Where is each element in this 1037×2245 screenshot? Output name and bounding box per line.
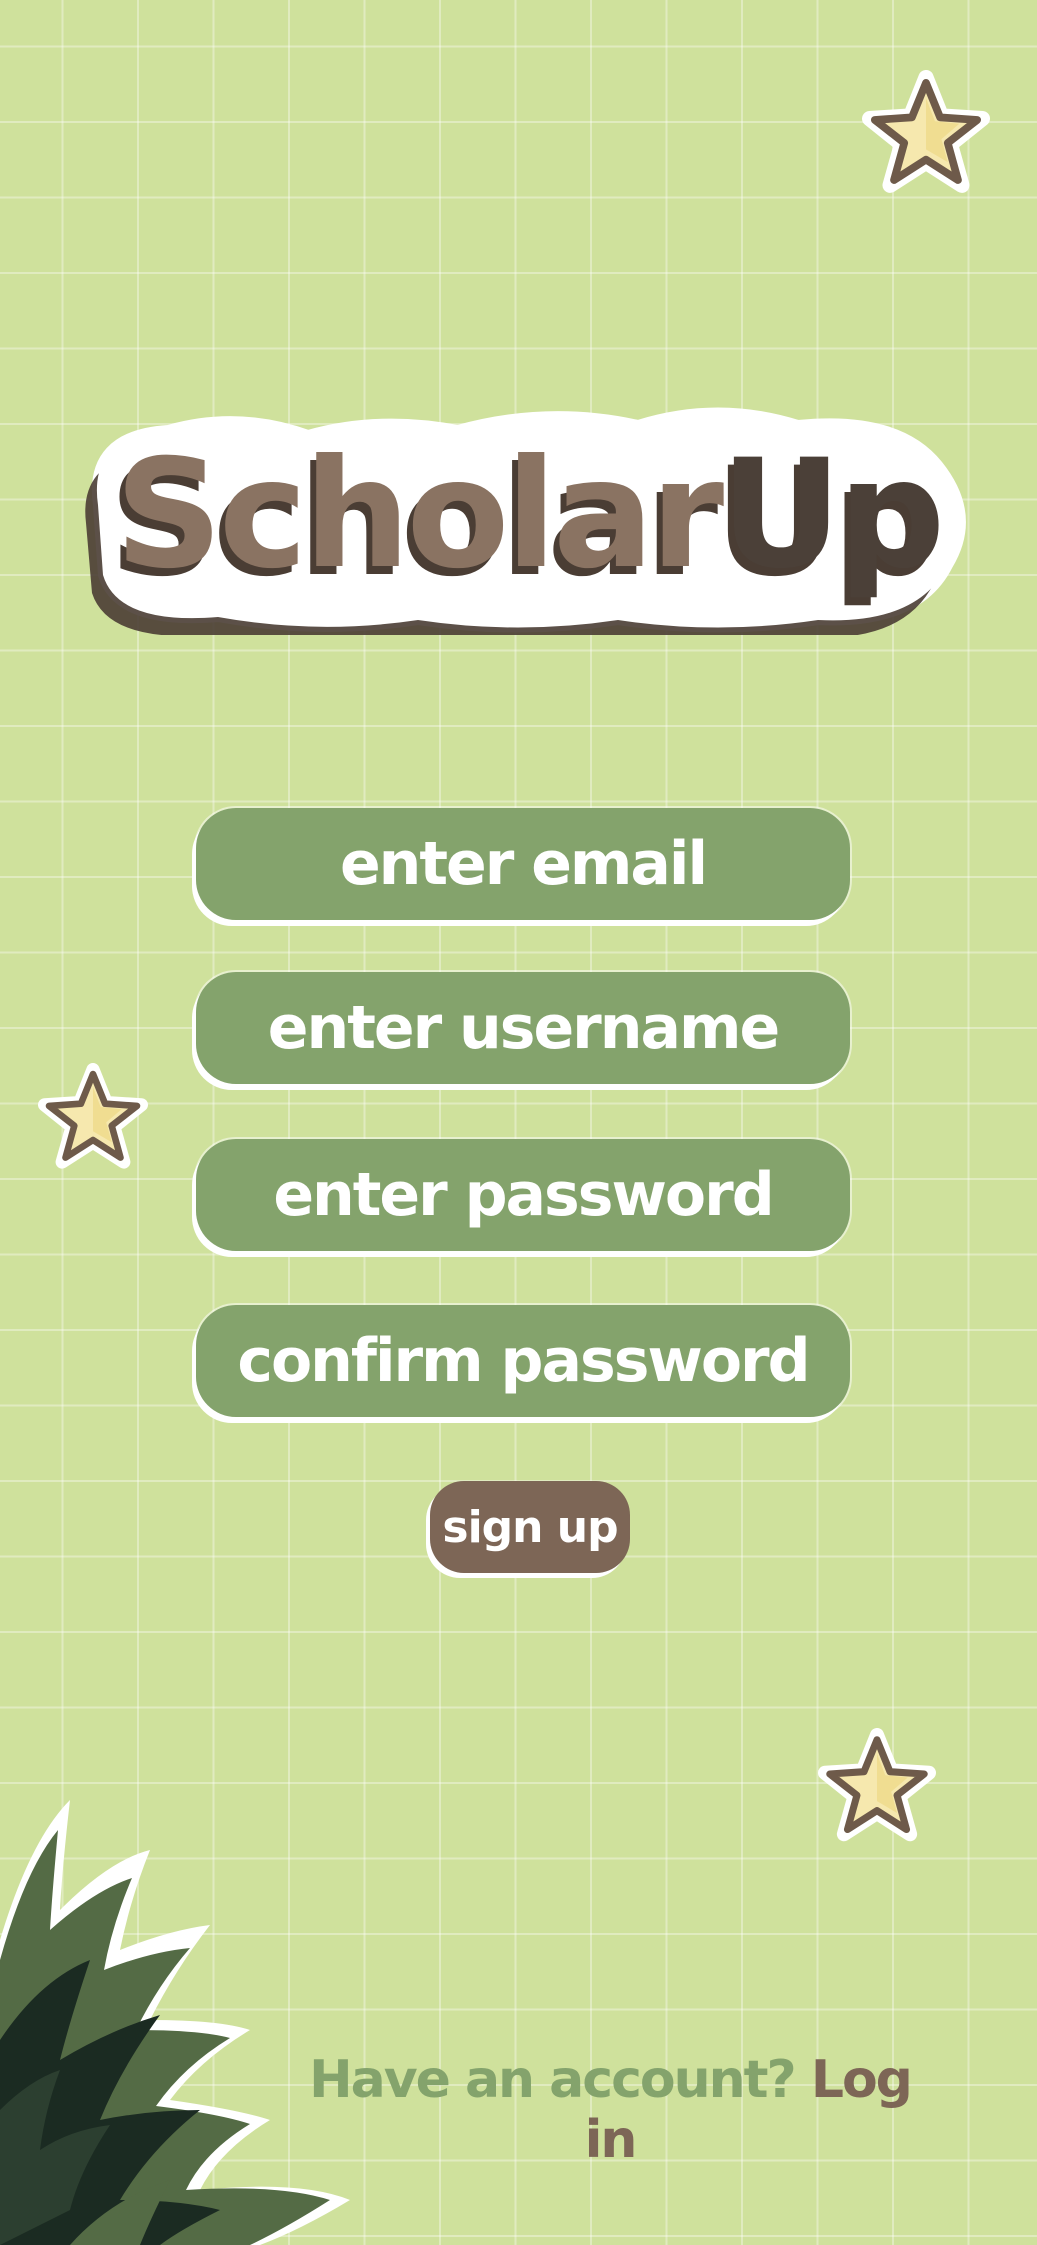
confirm-password-input[interactable] — [196, 1305, 850, 1417]
email-input[interactable] — [196, 808, 850, 920]
sign-up-button[interactable]: sign up — [430, 1481, 630, 1573]
have-account-text: Have an account? — [309, 2050, 797, 2110]
star-icon — [38, 1063, 148, 1173]
login-prompt: Have an account? Log in — [300, 2050, 920, 2170]
leaf-plant-icon — [0, 1780, 380, 2245]
star-icon — [818, 1728, 936, 1846]
logo-backdrop — [85, 407, 966, 646]
password-input[interactable] — [196, 1139, 850, 1251]
username-input[interactable] — [196, 972, 850, 1084]
star-icon — [862, 70, 990, 198]
signup-screen: ScholarUp sign up Have an account? Log i… — [0, 0, 1037, 2245]
app-logo: Scholar Up — [78, 395, 978, 646]
